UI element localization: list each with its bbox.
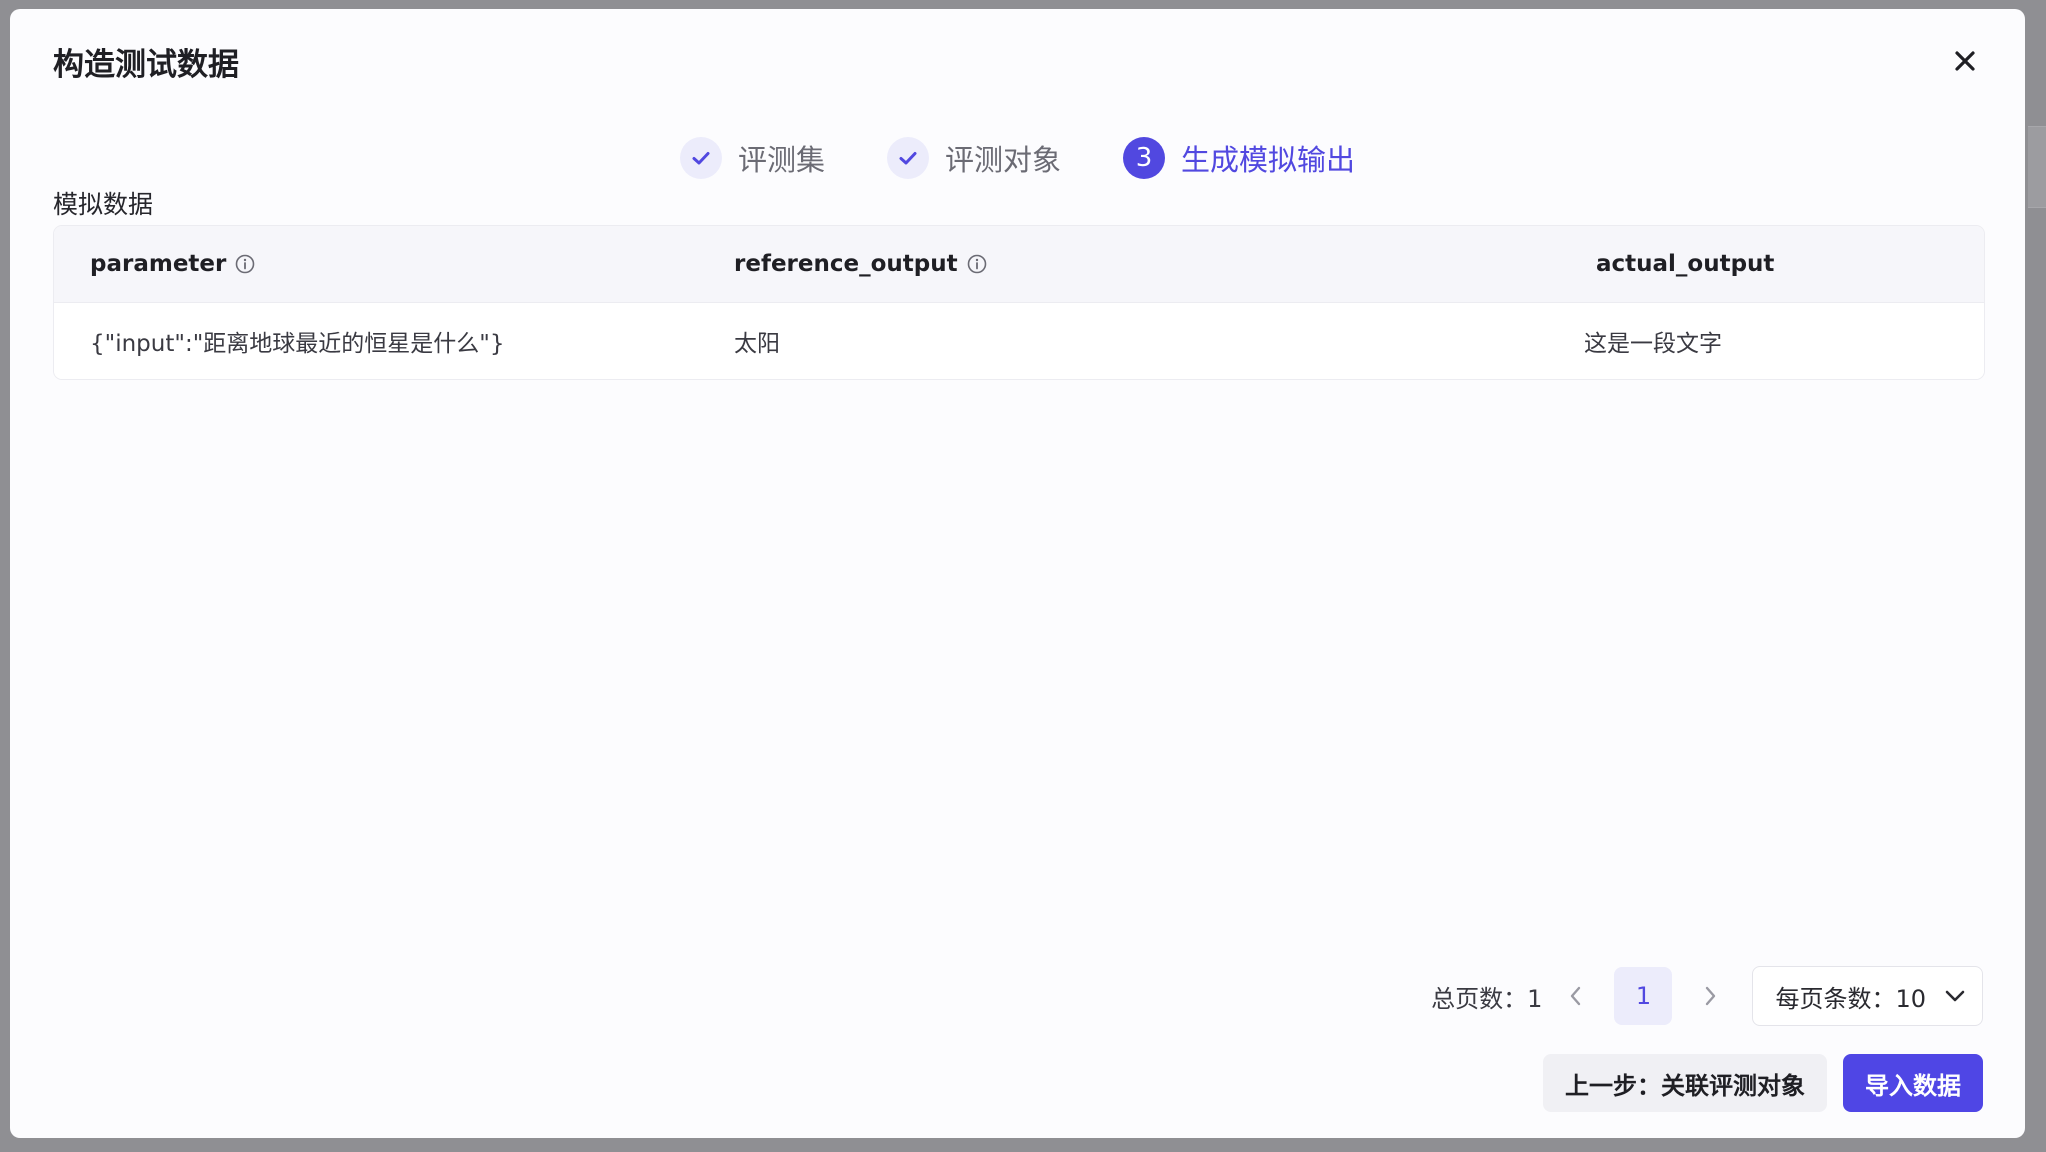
table-row: {"input":"距离地球最近的恒星是什么"} 太阳 这是一段文字 — [54, 303, 1984, 379]
column-header-actual-output: actual_output — [1596, 226, 1774, 302]
prev-step-button[interactable]: 上一步：关联评测对象 — [1543, 1054, 1827, 1112]
dialog-footer: 上一步：关联评测对象 导入数据 — [1543, 1054, 1983, 1112]
step-number-badge: 3 — [1123, 137, 1166, 179]
total-pages-label: 总页数：1 — [1431, 984, 1543, 1013]
import-data-button[interactable]: 导入数据 — [1843, 1054, 1983, 1112]
close-button[interactable] — [1943, 39, 1987, 83]
construct-test-data-dialog: 构造测试数据 评测集 评测对象 3 生成模拟输出 模拟数据 parameter … — [10, 9, 2025, 1138]
page-number-button[interactable]: 1 — [1614, 967, 1673, 1025]
column-header-reference-output: reference_output — [734, 226, 988, 302]
step-eval-set[interactable]: 评测集 — [680, 137, 825, 179]
check-icon — [899, 152, 917, 165]
column-header-parameter: parameter — [90, 226, 256, 302]
table-cell-reference-output: 太阳 — [734, 331, 780, 357]
step-label: 评测对象 — [945, 143, 1062, 177]
table-cell-actual-output: 这是一段文字 — [1584, 331, 1722, 357]
section-title: 模拟数据 — [53, 190, 154, 219]
dialog-title: 构造测试数据 — [53, 47, 239, 83]
step-done-indicator — [680, 137, 722, 179]
info-icon[interactable] — [234, 253, 256, 275]
chevron-left-icon — [1571, 986, 1581, 1006]
page-size-label: 每页条数：10 — [1775, 984, 1926, 1013]
check-icon — [692, 152, 710, 165]
prev-page-button[interactable] — [1554, 974, 1598, 1018]
close-icon — [1955, 51, 1975, 71]
backdrop-panel-edge — [2028, 126, 2046, 208]
info-icon[interactable] — [966, 253, 988, 275]
table-cell-parameter: {"input":"距离地球最近的恒星是什么"} — [90, 331, 505, 357]
step-eval-target[interactable]: 评测对象 — [887, 137, 1061, 179]
step-label: 生成模拟输出 — [1181, 143, 1356, 177]
mock-data-table: parameter reference_output actual_output… — [53, 225, 1985, 380]
step-label: 评测集 — [738, 143, 826, 177]
column-header-label: reference_output — [734, 251, 958, 277]
page-size-select[interactable]: 每页条数：10 — [1752, 966, 1983, 1026]
chevron-down-icon — [1944, 989, 1966, 1003]
table-header: parameter reference_output actual_output — [54, 226, 1984, 303]
next-page-button[interactable] — [1688, 974, 1732, 1018]
step-generate-mock-output[interactable]: 3 生成模拟输出 — [1123, 137, 1355, 179]
chevron-right-icon — [1706, 986, 1716, 1006]
stepper: 评测集 评测对象 3 生成模拟输出 — [680, 130, 1355, 186]
step-done-indicator — [887, 137, 930, 179]
column-header-label: actual_output — [1596, 251, 1775, 277]
pagination: 总页数：1 1 每页条数：10 — [1431, 966, 1983, 1026]
column-header-label: parameter — [90, 251, 227, 277]
